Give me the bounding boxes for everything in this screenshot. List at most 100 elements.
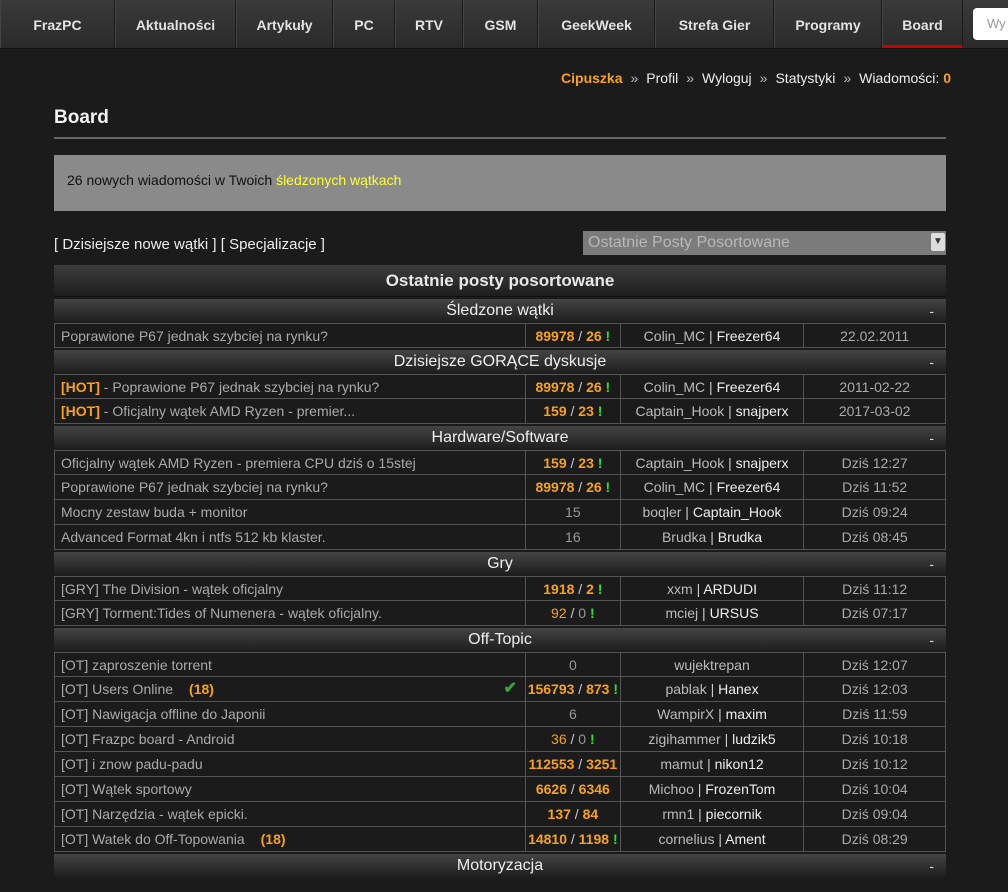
today-threads-link[interactable]: [ Dzisiejsze nowe wątki ] — [54, 236, 217, 253]
author-link[interactable]: WampirX — [657, 706, 714, 722]
last-poster-link[interactable]: Brudka — [718, 529, 762, 545]
nav-tab-gsm[interactable]: GSM — [463, 0, 538, 48]
thread-link[interactable]: - Poprawione P67 jednak szybciej na rynk… — [100, 379, 380, 395]
nav-tab-strefa-gier[interactable]: Strefa Gier — [655, 0, 774, 48]
thread-link[interactable]: - Oficjalny wątek AMD Ryzen - premier... — [100, 403, 355, 419]
new-posts-indicator[interactable]: ! — [606, 328, 611, 344]
section-title[interactable]: Off-Topic — [468, 631, 532, 648]
last-poster-link[interactable]: snajperx — [736, 403, 789, 419]
messages-link[interactable]: Wiadomości: — [859, 70, 939, 86]
new-posts-indicator[interactable]: ! — [606, 479, 611, 495]
collapse-toggle[interactable]: - — [929, 552, 934, 576]
author-link[interactable]: cornelius — [658, 831, 714, 847]
thread-link[interactable]: [OT] zaproszenie torrent — [61, 657, 212, 673]
collapse-toggle[interactable]: - — [929, 854, 934, 878]
thread-link[interactable]: [OT] Watek do Off-Topowania — [61, 831, 245, 847]
thread-link[interactable]: [GRY] Torment:Tides of Numenera - wątek … — [61, 605, 382, 621]
thread-link[interactable]: [OT] Narzędzia - wątek epicki. — [61, 806, 248, 822]
author-link[interactable]: Captain_Hook — [635, 455, 724, 471]
section-title[interactable]: Hardware/Software — [432, 429, 569, 446]
nav-tab-artyku-y[interactable]: Artykuły — [236, 0, 333, 48]
author-link[interactable]: Captain_Hook — [635, 403, 724, 419]
nav-tab-rtv[interactable]: RTV — [395, 0, 463, 48]
author-link[interactable]: Michoo — [649, 781, 694, 797]
date-cell: 2017-03-02 — [838, 403, 911, 419]
thread-link[interactable]: Advanced Format 4kn i ntfs 512 kb klaste… — [61, 529, 326, 545]
collapse-toggle[interactable]: - — [929, 350, 934, 374]
last-poster-link[interactable]: Freezer64 — [717, 328, 781, 344]
collapse-toggle[interactable]: - — [929, 628, 934, 652]
last-poster-link[interactable]: Captain_Hook — [693, 504, 782, 520]
username-link[interactable]: Cipuszka — [561, 70, 622, 86]
last-poster-link[interactable]: maxim — [726, 706, 767, 722]
nav-tab-aktualno-ci[interactable]: Aktualności — [115, 0, 236, 48]
author-link[interactable]: pablak — [665, 681, 706, 697]
author-link[interactable]: Colin_MC — [644, 328, 705, 344]
author-link[interactable]: zigihammer — [648, 731, 720, 747]
last-poster-link[interactable]: Ament — [725, 831, 765, 847]
sort-select[interactable]: Ostatnie Posty Posortowane ▼ — [583, 231, 946, 255]
thread-link[interactable]: Poprawione P67 jednak szybciej na rynku? — [61, 328, 328, 344]
author-link[interactable]: boqler — [642, 504, 681, 520]
section-title[interactable]: Śledzone wątki — [446, 302, 554, 319]
new-posts-indicator[interactable]: ! — [590, 605, 595, 621]
section-title[interactable]: Dzisiejsze GORĄCE dyskusje — [394, 353, 607, 370]
followed-threads-link[interactable]: śledzonych wątkach — [276, 172, 401, 188]
thread-link[interactable]: [OT] i znow padu-padu — [61, 756, 203, 772]
thread-link[interactable]: Mocny zestaw buda + monitor — [61, 504, 247, 520]
nav-tab-geekweek[interactable]: GeekWeek — [538, 0, 655, 48]
thread-link[interactable]: [OT] Users Online — [61, 681, 173, 697]
last-poster-link[interactable]: FrozenTom — [705, 781, 775, 797]
collapse-toggle[interactable]: - — [929, 426, 934, 450]
search-input[interactable]: Wy — [973, 8, 1008, 40]
users-cell: Michoo | FrozenTom — [621, 777, 805, 801]
new-posts-indicator[interactable]: ! — [590, 731, 595, 747]
new-posts-indicator[interactable]: ! — [598, 403, 603, 419]
last-poster-link[interactable]: ARDUDI — [703, 581, 757, 597]
last-poster-link[interactable]: Freezer64 — [717, 379, 781, 395]
chevron-down-icon[interactable]: ▼ — [931, 233, 945, 251]
thread-link[interactable]: [GRY] The Division - wątek oficjalny — [61, 581, 283, 597]
messages-count[interactable]: 0 — [943, 70, 951, 86]
author-link[interactable]: wujektrepan — [674, 657, 750, 673]
collapse-toggle[interactable]: - — [929, 299, 934, 323]
author-link[interactable]: Colin_MC — [644, 479, 705, 495]
nav-tab-programy[interactable]: Programy — [774, 0, 882, 48]
author-link[interactable]: rmn1 — [662, 806, 694, 822]
new-posts-indicator[interactable]: ! — [606, 379, 611, 395]
new-posts-indicator[interactable]: ! — [613, 681, 618, 697]
thread-link[interactable]: [OT] Frazpc board - Android — [61, 731, 235, 747]
author-link[interactable]: Brudka — [662, 529, 706, 545]
last-poster-link[interactable]: URSUS — [710, 605, 759, 621]
thread-link[interactable]: [OT] Nawigacja offline do Japonii — [61, 706, 265, 722]
last-poster-link[interactable]: nikon12 — [715, 756, 764, 772]
nav-tab-pc[interactable]: PC — [333, 0, 395, 48]
stats-link[interactable]: Statystyki — [775, 70, 835, 86]
last-poster-link[interactable]: Freezer64 — [717, 479, 781, 495]
last-poster-link[interactable]: piecornik — [706, 806, 762, 822]
thread-link[interactable]: Poprawione P67 jednak szybciej na rynku? — [61, 479, 328, 495]
logout-link[interactable]: Wyloguj — [702, 70, 752, 86]
users-cell: Captain_Hook | snajperx — [621, 399, 805, 423]
new-posts-indicator[interactable]: ! — [613, 831, 618, 847]
specializations-link[interactable]: [ Specjalizacje ] — [221, 236, 325, 253]
new-posts-indicator[interactable]: ! — [598, 455, 603, 471]
profile-link[interactable]: Profil — [646, 70, 678, 86]
author-link[interactable]: Colin_MC — [644, 379, 705, 395]
section-title[interactable]: Motoryzacja — [457, 857, 543, 874]
new-posts-indicator[interactable]: ! — [598, 581, 603, 597]
last-poster-link[interactable]: snajperx — [736, 455, 789, 471]
table-row: Mocny zestaw buda + monitor 15 boqler | Ca… — [54, 500, 946, 525]
section-title[interactable]: Gry — [487, 555, 513, 572]
thread-link[interactable]: [OT] Wątek sportowy — [61, 781, 192, 797]
views-count: 159 — [543, 455, 567, 471]
author-link[interactable]: mamut — [660, 756, 703, 772]
last-poster-link[interactable]: Hanex — [718, 681, 758, 697]
author-link[interactable]: xxm — [667, 581, 693, 597]
nav-tab-board[interactable]: Board — [882, 0, 963, 48]
last-poster-link[interactable]: ludzik5 — [732, 731, 776, 747]
separator: | — [693, 781, 706, 797]
thread-link[interactable]: Oficjalny wątek AMD Ryzen - premiera CPU… — [61, 455, 416, 471]
author-link[interactable]: mciej — [665, 605, 698, 621]
nav-tab-frazpc[interactable]: FrazPC — [0, 0, 115, 48]
